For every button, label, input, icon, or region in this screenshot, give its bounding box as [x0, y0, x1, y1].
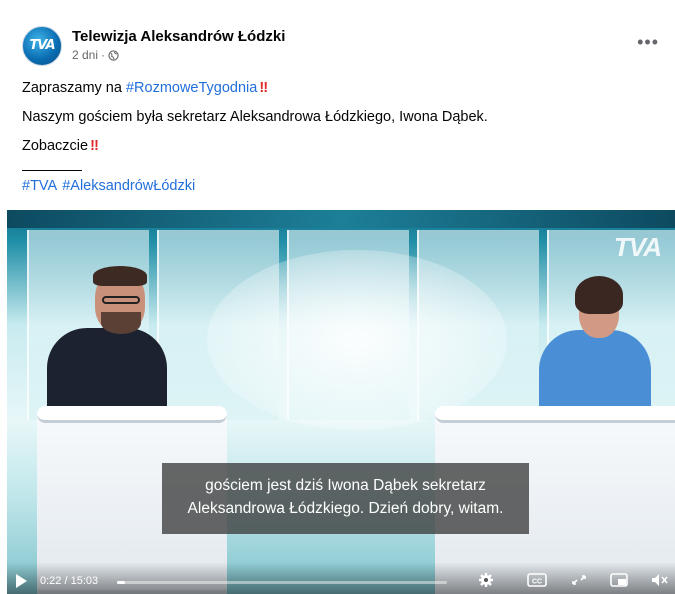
double-exclamation-emoji: ‼: [259, 80, 268, 96]
post-meta: 2 dni ·: [72, 48, 119, 62]
post-text-line-3: Zobaczcie ‼: [22, 138, 99, 154]
video-subtitles: gościem jest dziś Iwona Dąbek sekretarz …: [162, 463, 529, 534]
closed-captions-icon[interactable]: CC: [527, 572, 547, 588]
studio-top-band: [7, 210, 675, 228]
tva-watermark: TVA: [613, 232, 662, 262]
text-divider: [22, 170, 82, 171]
video-controls: 0:22 / 15:03 CC: [7, 562, 675, 594]
post-text: Zapraszamy na: [22, 80, 126, 96]
post-time-link[interactable]: 2 dni: [72, 48, 98, 62]
post-text-line-1: Zapraszamy na #RozmoweTygodnia ‼: [22, 80, 268, 96]
gear-icon[interactable]: [476, 572, 496, 588]
subtitle-line-2: Aleksandrowa Łódzkiego. Dzień dobry, wit…: [187, 500, 504, 517]
studio-light: [207, 250, 507, 430]
progress-bar[interactable]: [117, 581, 447, 584]
subtitle-line-1: gościem jest dziś Iwona Dąbek sekretarz: [205, 477, 486, 494]
post-text-line-2: Naszym gościem była sekretarz Aleksandro…: [22, 109, 488, 125]
video-time: 0:22 / 15:03: [40, 575, 99, 587]
picture-in-picture-icon[interactable]: [609, 572, 629, 588]
more-horizontal-icon[interactable]: •••: [637, 32, 659, 53]
hashtag-link[interactable]: #RozmoweTygodnia: [126, 80, 257, 96]
meta-separator: ·: [101, 48, 106, 62]
post-text: Zobaczcie: [22, 138, 89, 154]
hashtag-link[interactable]: #AleksandrówŁódzki: [62, 178, 195, 194]
volume-muted-icon[interactable]: [650, 572, 670, 588]
facebook-post: TVA Telewizja Aleksandrów Łódzki 2 dni ·…: [0, 0, 675, 594]
expand-icon[interactable]: [569, 572, 589, 588]
globe-icon[interactable]: [108, 49, 119, 61]
host-glasses: [102, 296, 140, 304]
cc-label: CC: [532, 579, 542, 586]
desk-top-left: [37, 406, 227, 423]
guest-hair: [575, 276, 623, 314]
page-avatar[interactable]: TVA: [22, 26, 62, 66]
host-beard: [101, 312, 141, 334]
page-name-link[interactable]: Telewizja Aleksandrów Łódzki: [72, 28, 285, 45]
desk-top-right: [435, 406, 675, 423]
hashtag-list: #TVA #AleksandrówŁódzki: [22, 178, 200, 194]
play-icon[interactable]: [16, 574, 27, 588]
progress-fill: [117, 581, 125, 584]
double-exclamation-emoji: ‼: [90, 138, 99, 154]
video-player[interactable]: TVA gościem jest dziś Iwona Dąbek sekret…: [7, 210, 675, 594]
host-hair: [93, 266, 147, 286]
hashtag-link[interactable]: #TVA: [22, 178, 57, 194]
tva-logo: TVA: [29, 38, 55, 53]
